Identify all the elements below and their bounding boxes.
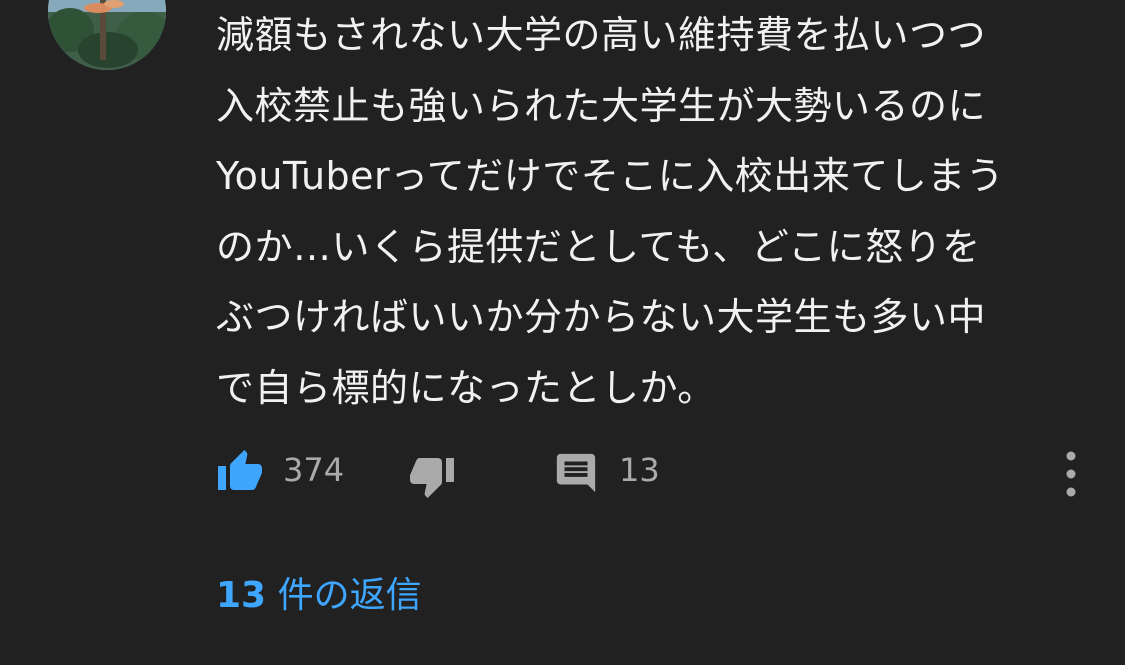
- comment-line: ぶつければいいか分からない大学生も多い中: [216, 295, 987, 339]
- avatar[interactable]: [48, 0, 166, 70]
- thumb-down-icon: [410, 458, 454, 498]
- replies-label: 件の返信: [277, 575, 422, 616]
- avatar-image: [48, 0, 166, 70]
- reply-count: 13: [619, 451, 660, 489]
- like-button[interactable]: [216, 448, 264, 496]
- like-count: 374: [283, 451, 345, 489]
- reply-button[interactable]: [553, 450, 599, 496]
- dislike-button[interactable]: [408, 452, 456, 500]
- comment-text: 減額もされない大学の高い維持費を払いつつ 入校禁止も強いられた大学生が大勢いるの…: [216, 0, 1076, 423]
- more-options-button[interactable]: [1054, 448, 1088, 500]
- comment-icon: [556, 453, 596, 493]
- more-vert-icon: [1066, 451, 1076, 497]
- thumb-up-icon: [218, 450, 262, 490]
- view-replies-link[interactable]: 13 件の返信: [216, 572, 422, 620]
- comment-line: YouTuberってだけでそこに入校出来てしまう: [216, 154, 1005, 198]
- replies-count: 13: [216, 575, 267, 616]
- comment-line: 減額もされない大学の高い維持費を払いつつ: [216, 13, 987, 57]
- comment-line: 入校禁止も強いられた大学生が大勢いるのに: [216, 83, 987, 128]
- comment-line: のか…いくら提供だとしても、どこに怒りを: [216, 224, 981, 269]
- comment-actions: 374 13: [0, 440, 1125, 504]
- comment-line: で自ら標的になったとしか。: [216, 365, 716, 410]
